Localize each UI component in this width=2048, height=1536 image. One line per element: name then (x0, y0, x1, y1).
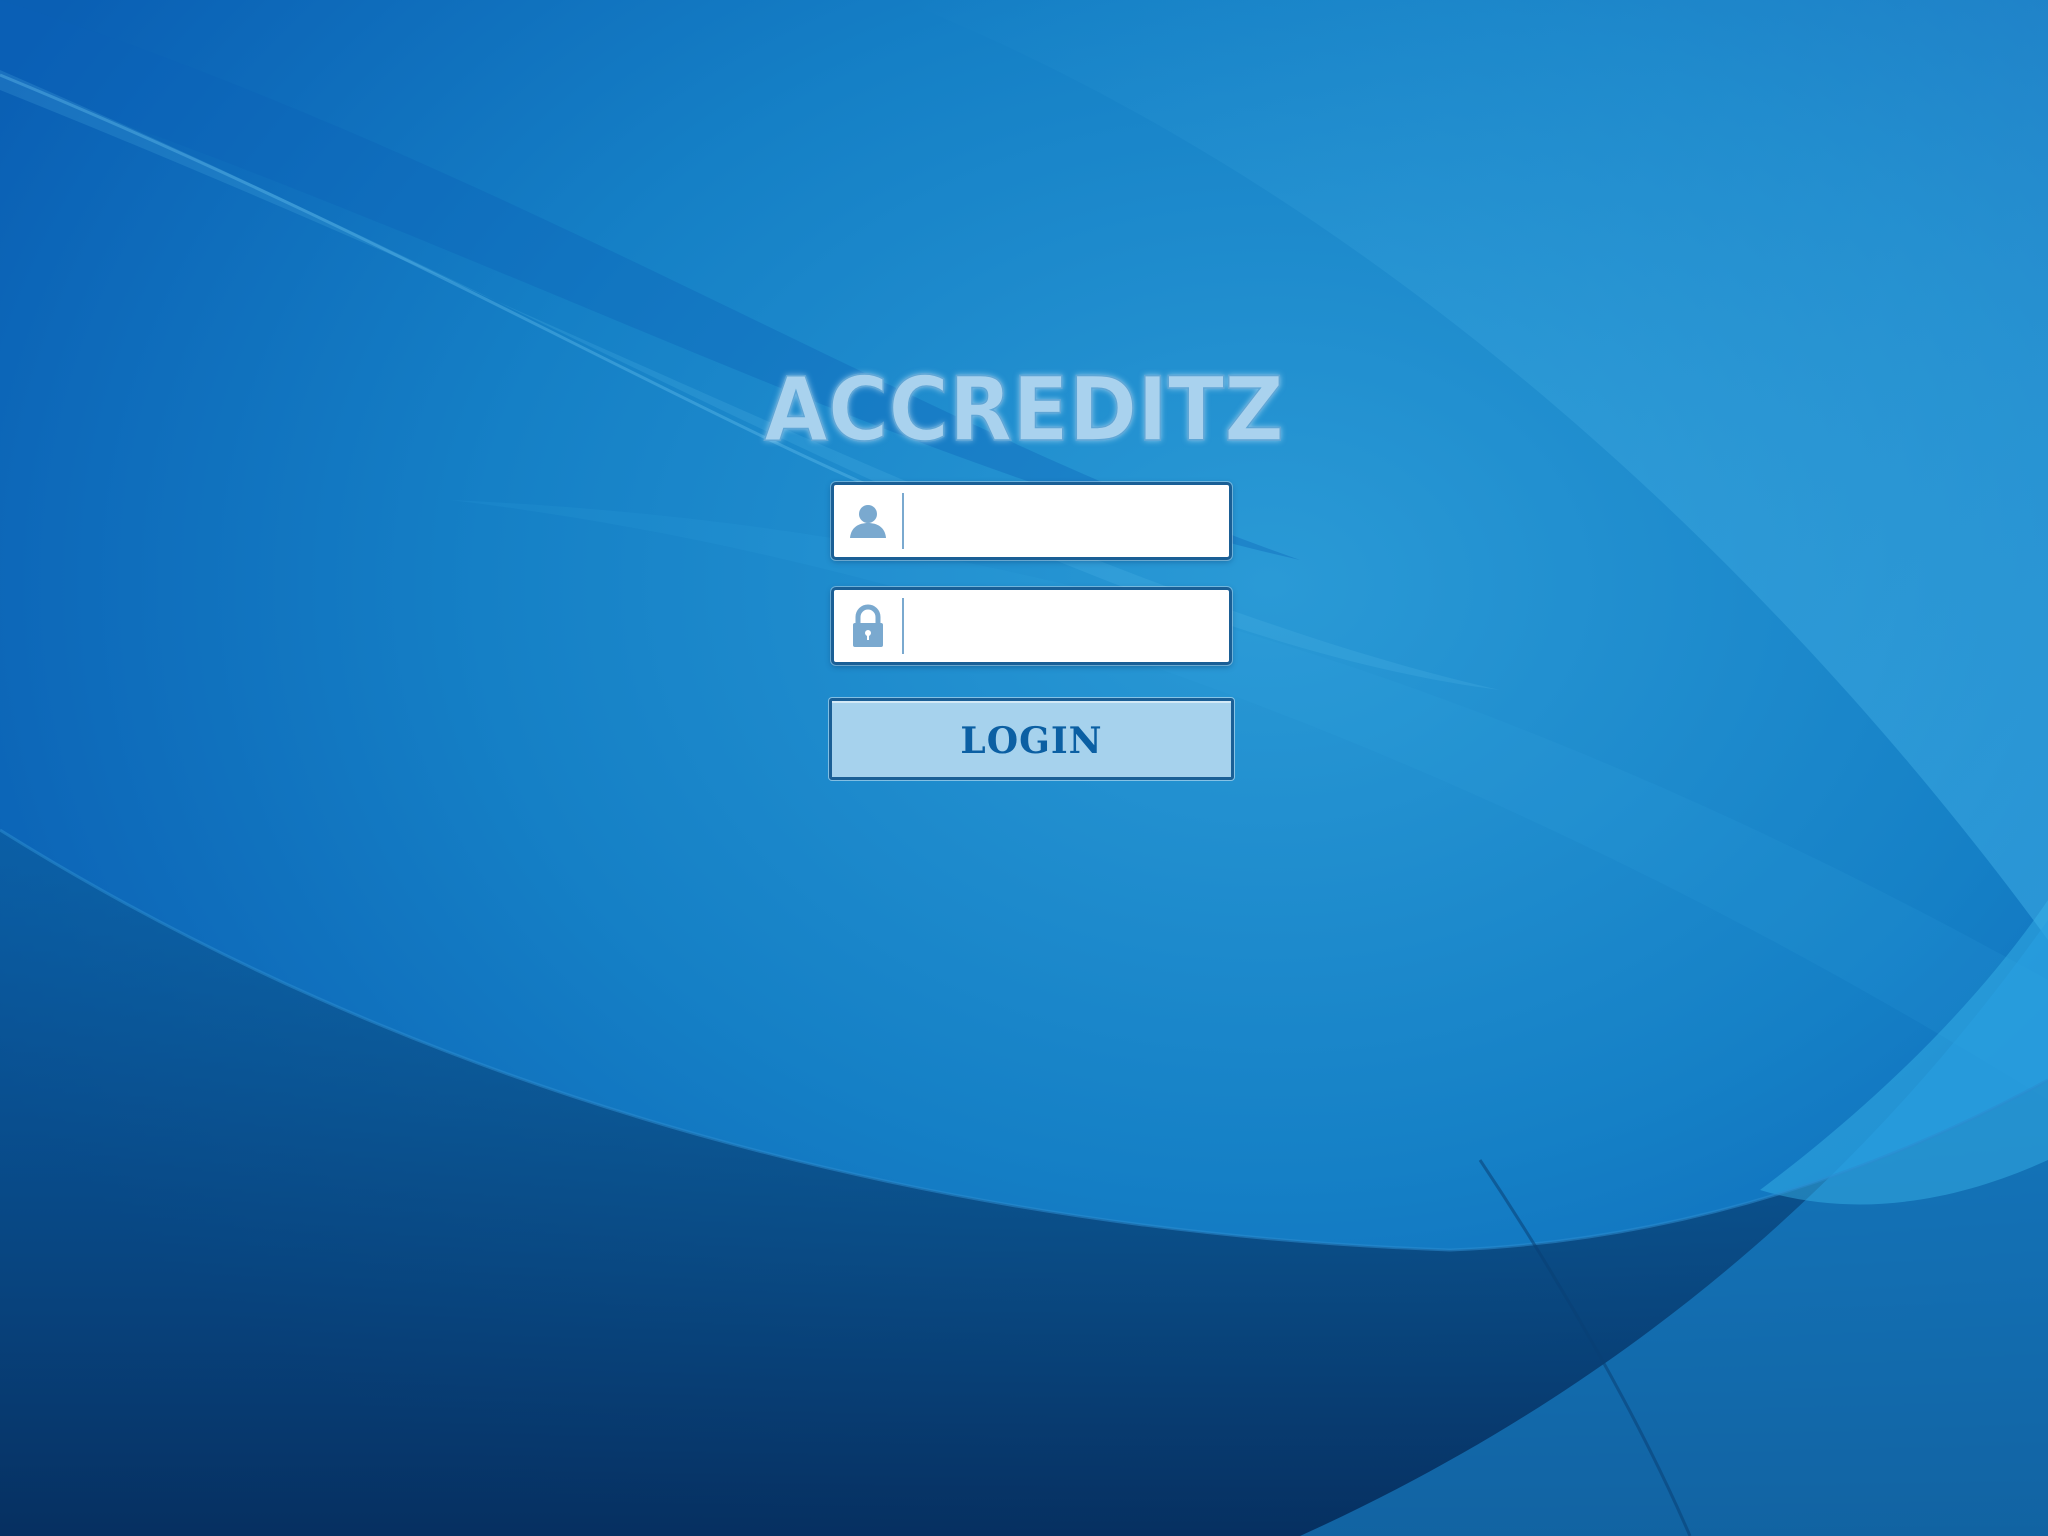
lock-icon (834, 590, 902, 662)
accreditz-logo: ACCREDITZ (763, 364, 1285, 454)
user-icon (834, 485, 902, 557)
login-button[interactable]: LOGIN (829, 698, 1234, 780)
logo-text: ACCREDITZ (764, 364, 1284, 454)
username-field[interactable] (831, 482, 1232, 560)
field-divider (902, 493, 904, 549)
username-input[interactable] (908, 489, 1226, 555)
password-input[interactable] (908, 594, 1226, 660)
field-divider (902, 598, 904, 654)
password-field[interactable] (831, 587, 1232, 665)
